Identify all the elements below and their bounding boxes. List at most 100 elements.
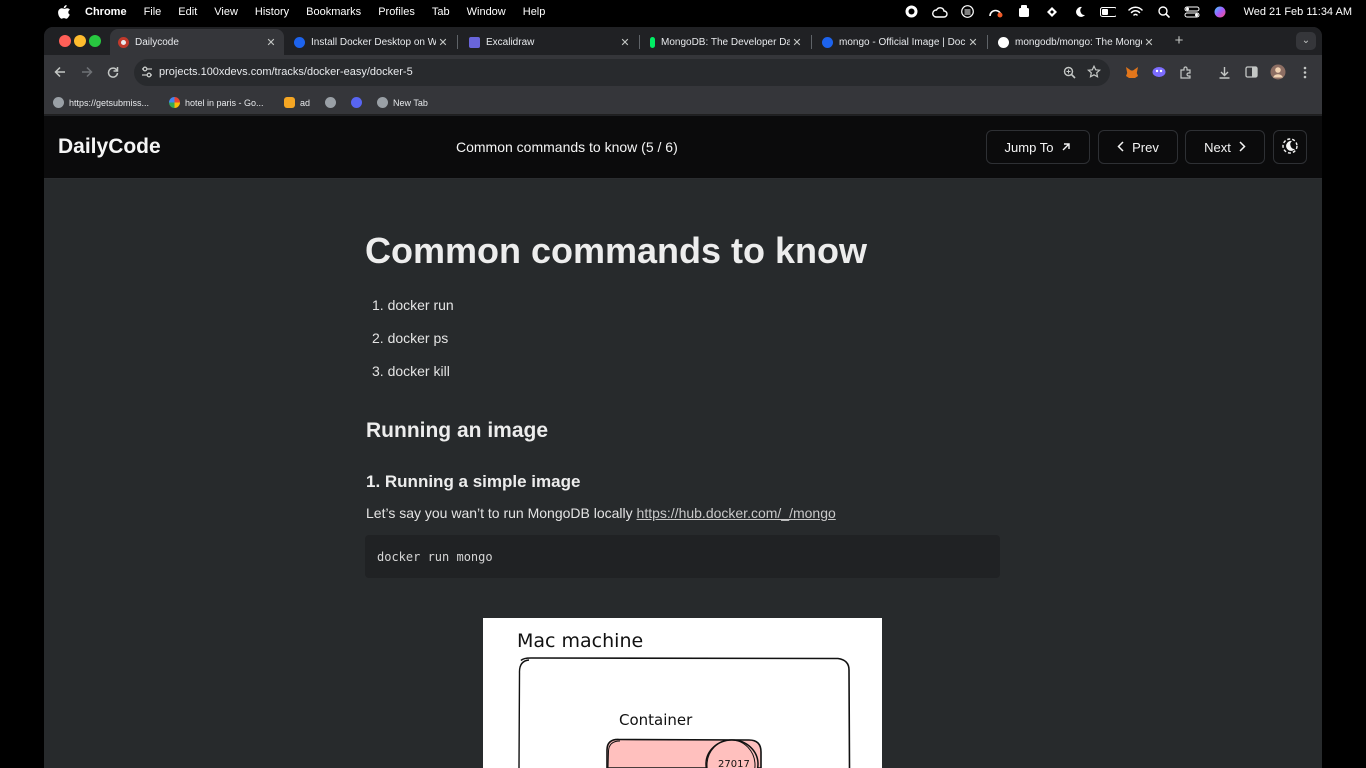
- forward-arrow-icon[interactable]: [79, 64, 95, 80]
- profile-avatar[interactable]: [1270, 64, 1286, 80]
- extensions-puzzle-icon[interactable]: [1177, 64, 1193, 80]
- tab-close-icon[interactable]: ✕: [264, 36, 278, 49]
- command-text: docker kill: [387, 363, 450, 379]
- zoom-magnifier-icon[interactable]: [1063, 66, 1076, 79]
- docker-hub-mongo-link[interactable]: https://hub.docker.com/_/mongo: [637, 505, 836, 521]
- tab-install-docker[interactable]: Install Docker Desktop on Wi ✕: [286, 29, 456, 55]
- theme-toggle-button[interactable]: [1273, 130, 1307, 164]
- close-window-button[interactable]: [59, 35, 71, 47]
- bookmark-discord[interactable]: [351, 96, 367, 109]
- code-block: docker run mongo: [365, 535, 1000, 578]
- tab-mongodb-github[interactable]: mongodb/mongo: The Mongo ✕: [990, 29, 1162, 55]
- prev-button[interactable]: Prev: [1098, 130, 1178, 164]
- side-panel-icon[interactable]: [1243, 64, 1259, 80]
- command-text: docker run: [387, 297, 454, 313]
- tab-close-icon[interactable]: ✕: [618, 36, 632, 49]
- tab-separator: [811, 35, 812, 49]
- brand-logo[interactable]: DailyCode: [58, 135, 161, 159]
- reload-icon[interactable]: [105, 64, 121, 80]
- address-bar[interactable]: projects.100xdevs.com/tracks/docker-easy…: [134, 59, 1110, 86]
- tab-dailycode[interactable]: Dailycode ✕: [110, 29, 284, 55]
- menu-app-name[interactable]: Chrome: [85, 6, 127, 18]
- subsection-heading: 1. Running a simple image: [366, 472, 581, 491]
- menu-window[interactable]: Window: [467, 6, 506, 18]
- list-item: 2. docker ps: [372, 330, 449, 346]
- bookmark-getsubmissions[interactable]: https://getsubmiss...: [53, 96, 149, 109]
- menu-file[interactable]: File: [144, 6, 162, 18]
- next-button[interactable]: Next: [1185, 130, 1265, 164]
- menu-tab[interactable]: Tab: [432, 6, 450, 18]
- menu-clock[interactable]: Wed 21 Feb 11:34 AM: [1244, 6, 1352, 18]
- tab-close-icon[interactable]: ✕: [790, 36, 804, 49]
- bookmark-label: hotel in paris - Go...: [185, 97, 264, 108]
- tab-strip: Dailycode ✕ Install Docker Desktop on Wi…: [44, 27, 1322, 55]
- metamask-extension-icon[interactable]: [1124, 64, 1140, 80]
- site-settings-tune-icon[interactable]: [140, 65, 154, 79]
- browser-window: Dailycode ✕ Install Docker Desktop on Wi…: [44, 27, 1322, 768]
- tab-title: Excalidraw: [486, 36, 535, 48]
- jump-to-button[interactable]: Jump To: [986, 130, 1090, 164]
- new-tab-plus-icon[interactable]: +: [1170, 32, 1188, 50]
- app-header: DailyCode Common commands to know (5 / 6…: [44, 116, 1322, 179]
- tab-title: mongo - Official Image | Dock: [839, 36, 966, 48]
- menu-list-icon[interactable]: [960, 5, 976, 19]
- section-heading: Running an image: [366, 419, 549, 442]
- command-text: docker ps: [387, 330, 449, 346]
- globe-icon: [377, 97, 388, 108]
- github-favicon-icon: [998, 36, 1009, 48]
- bookmark-ad[interactable]: ad: [284, 96, 310, 109]
- tab-title: Dailycode: [135, 36, 179, 48]
- downloads-icon[interactable]: [1216, 64, 1232, 80]
- tab-close-icon[interactable]: ✕: [436, 36, 450, 49]
- zoom-window-button[interactable]: [89, 35, 101, 47]
- discord-icon: [351, 97, 362, 108]
- menu-edit[interactable]: Edit: [178, 6, 197, 18]
- excalidraw-favicon-icon: [469, 36, 480, 48]
- mongodb-leaf-icon: [650, 36, 655, 48]
- control-center-icon[interactable]: [1184, 5, 1200, 19]
- bookmark-label: ad: [300, 97, 311, 108]
- siri-icon[interactable]: [1212, 5, 1228, 19]
- cloud-sync-icon[interactable]: [931, 5, 948, 19]
- menu-view[interactable]: View: [214, 6, 238, 18]
- bookmark-globe[interactable]: [325, 96, 341, 109]
- tab-title: MongoDB: The Developer Da: [661, 36, 790, 48]
- screen-record-icon[interactable]: [904, 5, 920, 19]
- spotlight-search-icon[interactable]: [1156, 5, 1172, 19]
- browser-toolbar: projects.100xdevs.com/tracks/docker-easy…: [44, 55, 1322, 90]
- speedometer-icon[interactable]: [988, 5, 1004, 19]
- wifi-icon[interactable]: [1128, 5, 1144, 19]
- tab-search-chevron-icon[interactable]: ⌄: [1296, 32, 1316, 50]
- minimize-window-button[interactable]: [74, 35, 86, 47]
- tab-excalidraw[interactable]: Excalidraw ✕: [461, 29, 638, 55]
- raycast-icon[interactable]: [1044, 5, 1060, 19]
- tab-title: Install Docker Desktop on Wi: [311, 36, 436, 48]
- chrome-menu-kebab-icon[interactable]: [1297, 64, 1313, 80]
- page-content: DailyCode Common commands to know (5 / 6…: [44, 116, 1322, 768]
- back-arrow-icon[interactable]: [52, 64, 68, 80]
- code-text[interactable]: docker run mongo: [377, 550, 493, 564]
- docker-favicon-icon: [294, 36, 305, 48]
- bookmark-label: https://getsubmiss...: [69, 97, 150, 108]
- tab-close-icon[interactable]: ✕: [1142, 36, 1156, 49]
- tab-mongodb[interactable]: MongoDB: The Developer Da ✕: [642, 29, 810, 55]
- theme-toggle-icon: [1281, 137, 1299, 158]
- menu-profiles[interactable]: Profiles: [378, 6, 415, 18]
- bookmark-hotel-in-paris[interactable]: hotel in paris - Go...: [169, 96, 264, 109]
- menu-history[interactable]: History: [255, 6, 289, 18]
- tab-close-icon[interactable]: ✕: [966, 36, 980, 49]
- battery-icon[interactable]: [1099, 5, 1116, 19]
- dark-mode-moon-icon[interactable]: [1072, 5, 1088, 19]
- bookmark-new-tab[interactable]: New Tab: [377, 96, 428, 109]
- menu-help[interactable]: Help: [523, 6, 546, 18]
- app-status-icon[interactable]: [1016, 5, 1032, 19]
- extension-orb-icon[interactable]: [1151, 64, 1167, 80]
- bookmark-star-icon[interactable]: [1086, 64, 1102, 79]
- menu-bookmarks[interactable]: Bookmarks: [306, 6, 361, 18]
- chevron-left-icon: [1117, 140, 1124, 155]
- url-text[interactable]: projects.100xdevs.com/tracks/docker-easy…: [159, 66, 413, 78]
- arrow-up-right-icon: [1061, 140, 1071, 155]
- docker-favicon-icon: [822, 36, 833, 48]
- apple-icon[interactable]: [57, 4, 71, 19]
- tab-mongo-official-image[interactable]: mongo - Official Image | Dock ✕: [814, 29, 986, 55]
